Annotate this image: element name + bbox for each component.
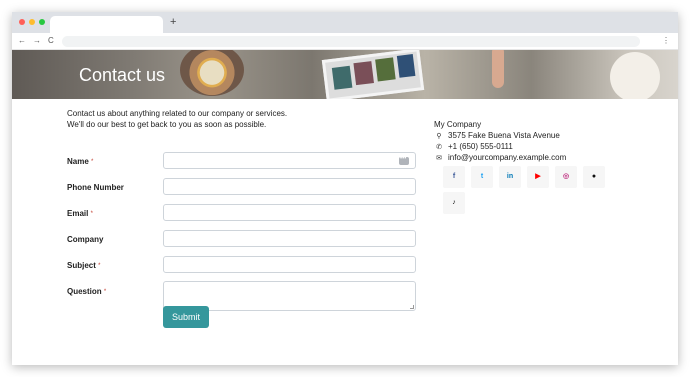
company-address: ⚲ 3575 Fake Buena Vista Avenue (434, 131, 559, 142)
required-marker: * (98, 263, 101, 269)
name-input[interactable] (163, 152, 416, 169)
youtube-button[interactable]: ▶ (527, 166, 549, 188)
maximize-window-button[interactable] (39, 19, 45, 25)
linkedin-button[interactable]: in (499, 166, 521, 188)
twitter-button[interactable]: t (471, 166, 493, 188)
email-label: Email * (67, 209, 93, 218)
company-name: My Company (434, 120, 482, 129)
minimize-window-button[interactable] (29, 19, 35, 25)
tea-cup-image (180, 50, 244, 96)
subject-input[interactable] (163, 256, 416, 273)
intro-line-2: We'll do our best to get back to you as … (67, 120, 267, 129)
hero-banner: Contact us (12, 50, 678, 99)
hand-image (492, 50, 504, 88)
github-button[interactable]: ● (583, 166, 605, 188)
subject-label: Subject * (67, 261, 101, 270)
browser-toolbar: ← → C ⋮ (12, 33, 678, 50)
company-label: Company (67, 235, 104, 244)
phone-icon: ✆ (436, 144, 442, 151)
page-title: Contact us (79, 65, 166, 85)
submit-button[interactable]: Submit (163, 306, 209, 328)
tiktok-button[interactable]: ♪ (443, 192, 465, 214)
close-window-button[interactable] (19, 19, 25, 25)
email-input[interactable] (163, 204, 416, 221)
reload-button[interactable]: C (48, 35, 54, 47)
company-input[interactable] (163, 230, 416, 247)
required-marker: * (91, 159, 94, 165)
name-label: Name * (67, 157, 94, 166)
browser-menu-button[interactable]: ⋮ (662, 35, 670, 47)
phone-input[interactable] (163, 178, 416, 195)
map-marker-icon: ⚲ (436, 133, 442, 140)
forward-button[interactable]: → (33, 35, 41, 47)
new-tab-button[interactable]: + (170, 15, 176, 29)
question-label: Question * (67, 287, 107, 296)
tablet-image (321, 50, 425, 99)
phone-label: Phone Number (67, 183, 124, 192)
envelope-icon: ✉ (436, 155, 442, 162)
address-bar[interactable] (62, 36, 640, 47)
company-email: ✉ info@yourcompany.example.com (434, 153, 566, 164)
company-phone: ✆ +1 (650) 555-0111 (434, 142, 513, 153)
paper-roll-image (610, 52, 660, 99)
intro-line-1: Contact us about anything related to our… (67, 109, 288, 118)
tab-bar: + (12, 12, 678, 33)
facebook-button[interactable]: f (443, 166, 465, 188)
required-marker: * (103, 289, 107, 295)
instagram-button[interactable]: ◎ (555, 166, 577, 188)
autofill-icon[interactable] (399, 154, 409, 165)
back-button[interactable]: ← (18, 35, 26, 47)
required-marker: * (90, 211, 93, 217)
browser-tab[interactable] (50, 16, 163, 33)
resize-handle[interactable] (410, 305, 414, 309)
intro-text: Contact us about anything related to our… (67, 108, 327, 130)
